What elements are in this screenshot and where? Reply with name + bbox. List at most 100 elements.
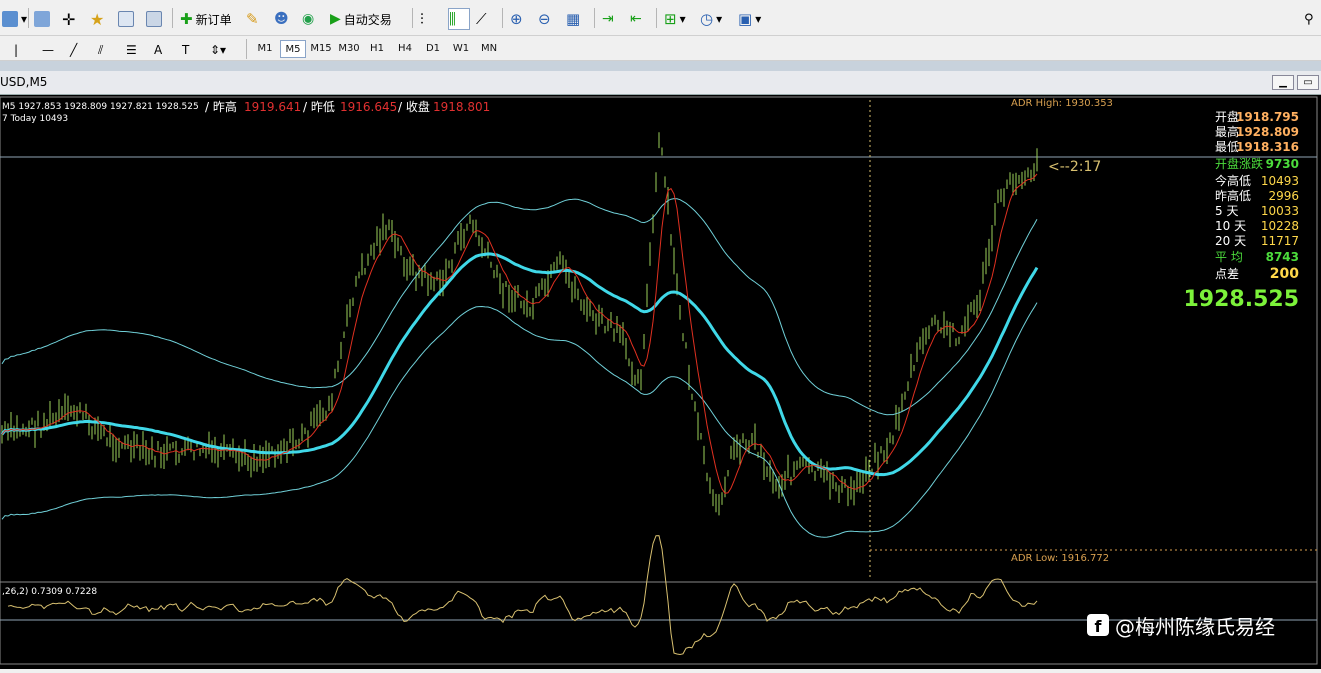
vertical-line-button[interactable]: | [14,39,36,61]
timeframe-h4[interactable]: H4 [392,40,418,58]
window-title: USD,M5 [0,75,48,89]
timeframe-m30[interactable]: M30 [336,40,362,58]
main-toolbar: ▾ ✛ ★ ✚ 新订单 ✎ ☻ ◉ ▶ 自动交易 ⫶ ⫼ ⟋ ⊕ ⊖ ▦ ⇥ ⇤ ⊞… [0,0,1321,36]
today-label: 7 Today 10493 [2,114,68,124]
new-chart-button[interactable]: ▾ [2,8,27,30]
stat-label: 5 天 [1215,204,1238,218]
timeframe-mn[interactable]: MN [476,40,502,58]
search-icon[interactable]: ⚲ [1304,12,1314,27]
bars-icon: ⫶ [420,10,424,28]
shift-icon: ⇤ [630,11,642,27]
new-order-button[interactable]: ✚ 新订单 [180,8,232,30]
yesterday-high-value: 1919.641 [244,100,301,114]
periods-button[interactable]: ◷ ▾ [700,8,722,30]
arrows-button[interactable]: ⇕▾ [210,39,232,61]
ma-fast-line [1,173,1038,494]
stat-value: 1928.809 [1236,125,1299,139]
stat-label: 平 均 [1215,250,1243,264]
chart-shift-button[interactable]: ⇤ [630,8,652,30]
timeframe-m1[interactable]: M1 [252,40,278,58]
experts-button[interactable]: ☻ [274,8,296,30]
terminal-button[interactable] [146,8,168,30]
label-icon: T [182,43,190,57]
timeframe-m15[interactable]: M15 [308,40,334,58]
indicator-label: ,26,2) 0.7309 0.7228 [2,587,97,597]
close-value: 1918.801 [433,100,490,114]
label-button[interactable]: T [182,39,204,61]
stat-label: 今高低 [1215,173,1251,188]
maximize-button[interactable]: ▭ [1297,75,1319,90]
autoscroll-icon: ⇥ [602,11,614,27]
channel-icon: ⫽ [98,42,104,57]
profiles-icon [34,11,50,27]
crosshair-icon: ✛ [62,9,76,29]
editor-button[interactable]: ✎ [246,8,268,30]
yesterday-high-label: / 昨高 [205,99,237,114]
bollinger-lower [1,302,1038,538]
chart-window-titlebar: USD,M5 ▁ ▭ [0,71,1321,95]
autoscroll-button[interactable]: ⇥ [602,8,624,30]
stat-label: 昨高低 [1215,188,1251,203]
crosshair-button[interactable]: ✛ [62,8,84,30]
terminal-icon [146,11,162,27]
horizontal-line-icon: — [42,43,54,57]
timeframe-h1[interactable]: H1 [364,40,390,58]
oscillator-line [7,535,1038,656]
templates-button[interactable]: ▣ ▾ [738,8,761,30]
zoom-out-button[interactable]: ⊖ [538,8,560,30]
trendline-button[interactable]: ╱ [70,39,92,61]
horizontal-line-button[interactable]: — [42,39,64,61]
ohlc-label: M5 1927.853 1928.809 1927.821 1928.525 [2,102,199,112]
tile-windows-button[interactable]: ▦ [566,8,588,30]
candlestick-button[interactable]: ⫼ [448,8,470,30]
stat-value: 1918.795 [1236,110,1299,124]
timeframe-d1[interactable]: D1 [420,40,446,58]
stat-value: 9730 [1266,157,1299,171]
ma-slow-line [0,252,1039,477]
add-indicator-icon: ⊞ [664,10,677,28]
adr-low-label: ADR Low: 1916.772 [1011,553,1109,564]
candles [1,132,1038,516]
price-chart[interactable]: M5 1927.853 1928.809 1927.821 1928.525 7… [0,95,1321,669]
stat-value: 200 [1270,266,1299,282]
vertical-line-icon: | [14,43,19,57]
stat-value: 2996 [1268,189,1299,203]
window-icon [118,11,134,27]
chart-icon [2,11,18,27]
bar-chart-button[interactable]: ⫶ [420,8,442,30]
line-icon: ⟋ [476,10,487,28]
stats-panel: 开盘1918.795最高1928.809最低1918.316开盘涨跌 9730今高… [1215,109,1299,282]
stat-label: 10 天 [1215,219,1246,233]
stat-value: 10033 [1261,204,1299,218]
auto-trade-button[interactable]: ▶ 自动交易 [330,8,392,30]
drawing-toolbar: | — ╱ ⫽ ☰ A T ⇕▾ M1 M5 M15 M30 H1 H4 D1 W1 MN [0,36,1321,61]
template-icon: ▣ [738,10,753,28]
minimize-button[interactable]: ▁ [1272,75,1294,90]
chart-canvas: M5 1927.853 1928.809 1927.821 1928.525 7… [0,96,1318,665]
fibonacci-button[interactable]: ☰ [126,39,148,61]
bollinger-upper [1,198,1038,416]
text-icon: A [154,43,163,57]
timeframe-w1[interactable]: W1 [448,40,474,58]
zoom-in-button[interactable]: ⊕ [510,8,532,30]
line-chart-button[interactable]: ⟋ [476,8,498,30]
auto-trade-label: 自动交易 [343,12,392,27]
text-button[interactable]: A [154,39,176,61]
profiles-button[interactable] [34,8,56,30]
signals-button[interactable]: ◉ [302,8,324,30]
navigator-button[interactable] [118,8,140,30]
current-price: 1928.525 [1183,287,1299,312]
stat-value: 10493 [1261,174,1299,188]
person-icon: ☻ [274,11,289,27]
watermark-text: @梅州陈缘氏易经 [1115,615,1275,639]
arrows-icon: ⇕▾ [210,43,227,57]
timeframe-m5[interactable]: M5 [280,40,306,58]
channel-button[interactable]: ⫽ [98,39,120,61]
indicators-button[interactable]: ⊞ ▾ [664,8,686,30]
trendline-icon: ╱ [70,43,78,57]
bar-countdown: <--2:17 [1048,159,1101,175]
clock-icon: ◷ [700,10,714,28]
favorites-button[interactable]: ★ [90,8,112,30]
window-tab-strip [0,61,1321,71]
candles-icon: ⫼ [449,10,456,28]
